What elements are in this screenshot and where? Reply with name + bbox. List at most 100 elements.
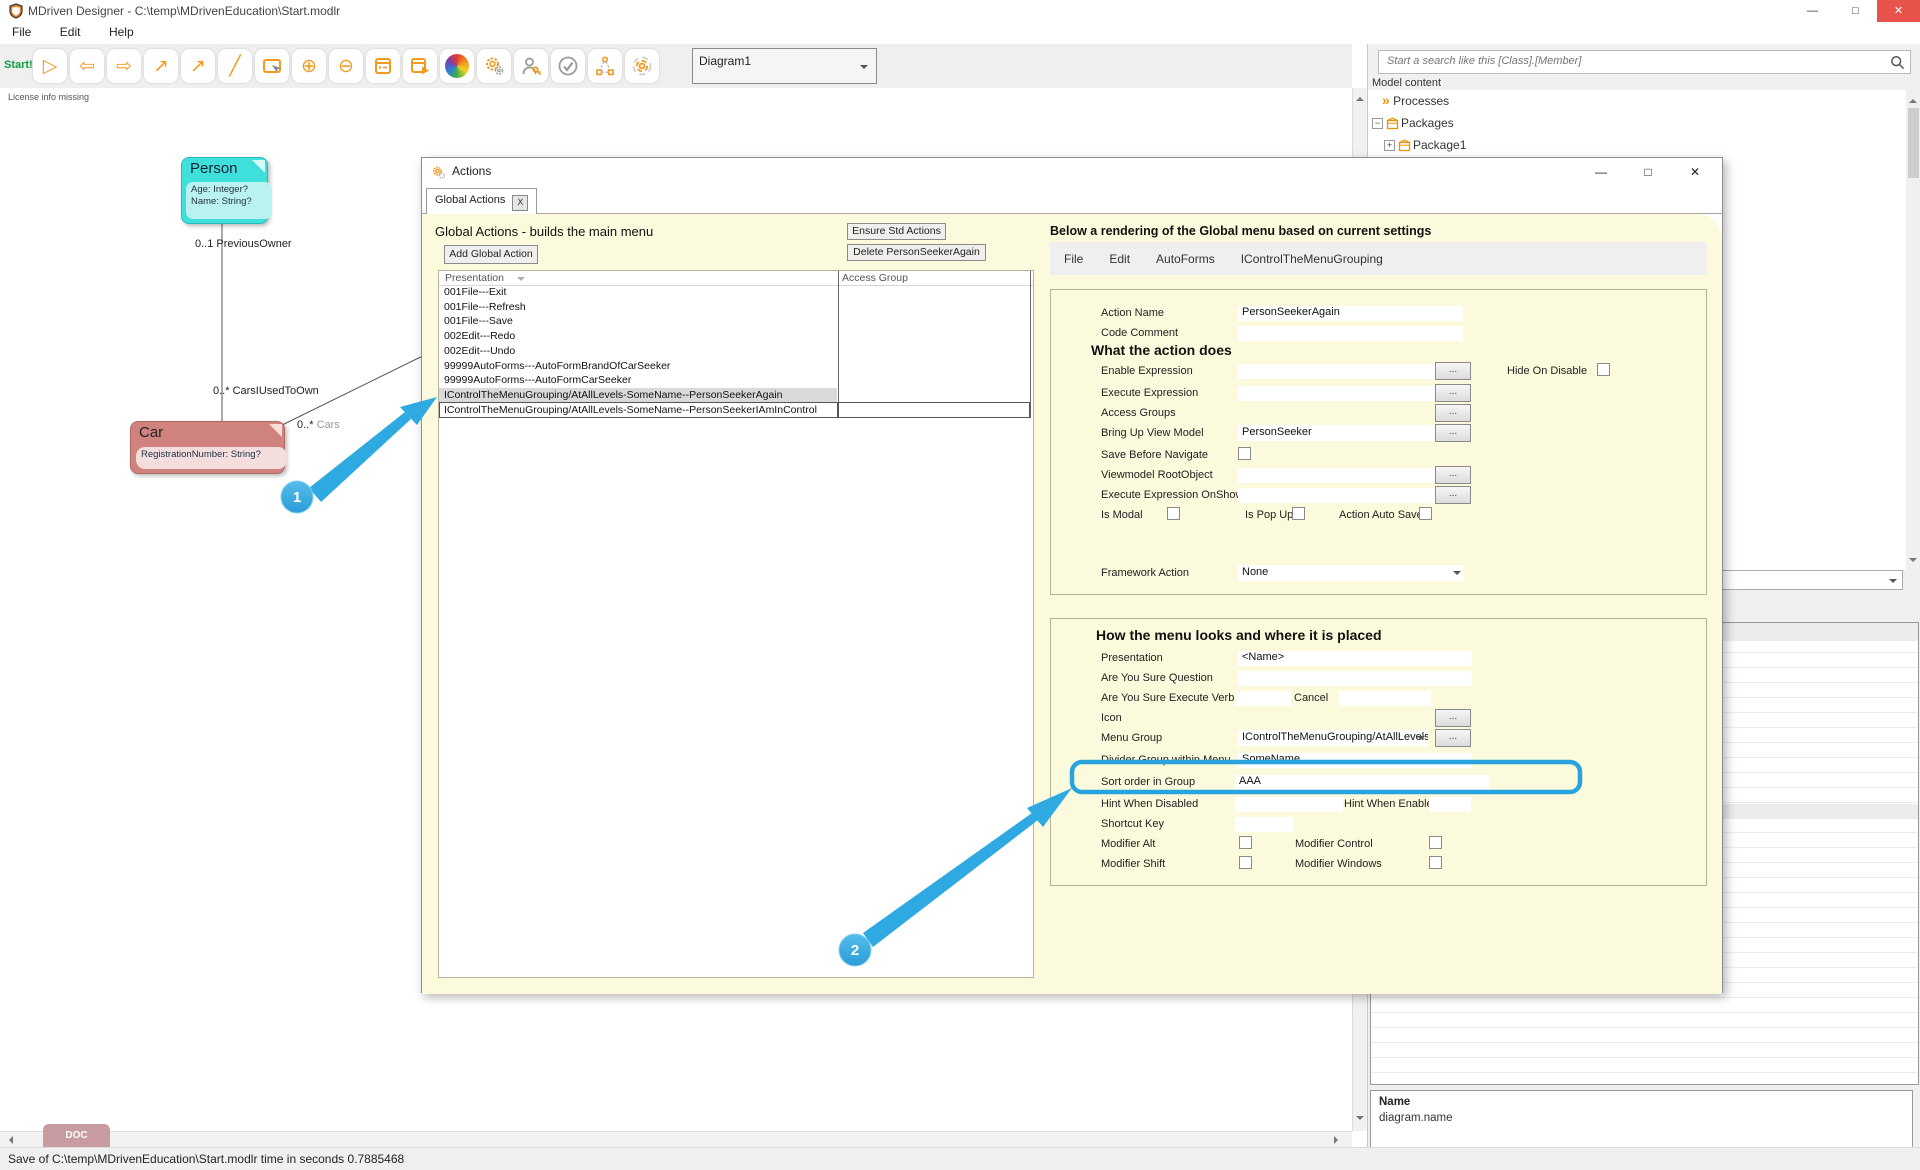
scroll-down-icon[interactable]	[1909, 558, 1917, 566]
tab-close-icon[interactable]: X	[512, 195, 528, 211]
color-wheel-button[interactable]	[440, 49, 474, 83]
dialog-close-button[interactable]: ✕	[1674, 158, 1716, 186]
list-item[interactable]: 002Edit---Undo	[439, 344, 1034, 359]
code-comment-input[interactable]	[1238, 326, 1463, 341]
menu-group-ellipsis-button[interactable]: ...	[1435, 729, 1471, 747]
add-global-action-button[interactable]: Add Global Action	[444, 245, 538, 264]
list-item[interactable]: 002Edit---Redo	[439, 329, 1034, 344]
zoom-in-button[interactable]: ⊕	[292, 49, 326, 83]
modifier-alt-checkbox[interactable]	[1239, 836, 1252, 849]
dialog-maximize-button[interactable]: □	[1627, 158, 1669, 186]
is-pop-up-checkbox[interactable]	[1292, 507, 1305, 520]
action-name-input[interactable]: PersonSeekerAgain	[1238, 306, 1463, 321]
tree-item-processes[interactable]: » Processes	[1382, 92, 1449, 112]
column-presentation[interactable]: Presentation	[445, 272, 504, 284]
bring-up-view-model-ellipsis-button[interactable]: ...	[1435, 424, 1471, 442]
class-box-person[interactable]: Person Age: Integer? Name: String?	[181, 157, 268, 224]
doc-tab[interactable]: DOC	[43, 1124, 110, 1147]
list-item-selected[interactable]: IControlTheMenuGrouping/AtAllLevels-Some…	[439, 388, 1034, 403]
collapse-expander[interactable]: −	[1372, 118, 1383, 129]
modifier-control-checkbox[interactable]	[1429, 836, 1442, 849]
list-item[interactable]: 001File---Refresh	[439, 300, 1034, 315]
run-button[interactable]: ▷	[33, 49, 67, 83]
scroll-up-icon[interactable]	[1356, 93, 1364, 101]
list-item[interactable]: 99999AutoForms---AutoFormBrandOfCarSeeke…	[439, 359, 1034, 374]
execute-expression-onshow-input[interactable]	[1238, 488, 1463, 503]
viewmodel-rootobject-ellipsis-button[interactable]: ...	[1435, 466, 1471, 484]
preview-menu-file[interactable]: File	[1064, 252, 1083, 266]
filter-icon[interactable]	[517, 277, 525, 285]
validate-button[interactable]	[551, 49, 585, 83]
diagram-selector[interactable]: Diagram1	[692, 48, 877, 84]
list-item[interactable]: 001File---Exit	[439, 285, 1034, 300]
execute-expression-input[interactable]	[1238, 386, 1463, 401]
scroll-right-icon[interactable]	[1334, 1136, 1342, 1144]
presentation-input[interactable]: <Name>	[1238, 651, 1472, 666]
is-modal-checkbox[interactable]	[1167, 507, 1180, 520]
window-minimize-button[interactable]: —	[1791, 0, 1834, 22]
directed-association-tool-button[interactable]: ↗	[181, 49, 215, 83]
pattern-nodes-button[interactable]	[588, 49, 622, 83]
frame-select-button[interactable]	[255, 49, 289, 83]
enable-expression-input[interactable]	[1238, 364, 1463, 379]
menu-help[interactable]: Help	[97, 22, 146, 42]
shortcut-key-input[interactable]	[1235, 817, 1293, 832]
redo-button[interactable]: ⇨	[107, 49, 141, 83]
preview-menu-grouping[interactable]: IControlTheMenuGrouping	[1241, 252, 1383, 266]
divider-group-input[interactable]: SomeName	[1238, 753, 1472, 768]
are-you-sure-question-input[interactable]	[1238, 671, 1472, 686]
window-close-button[interactable]: ✕	[1877, 0, 1920, 22]
tab-global-actions[interactable]: Global ActionsX	[426, 188, 537, 214]
list-item[interactable]: 99999AutoForms---AutoFormCarSeeker	[439, 373, 1034, 388]
class-box-car[interactable]: Car RegistrationNumber: String?	[130, 421, 285, 474]
zoom-out-button[interactable]: ⊖	[329, 49, 363, 83]
list-item[interactable]: IControlTheMenuGrouping/AtAllLevels-Some…	[439, 403, 1034, 418]
menu-edit[interactable]: Edit	[48, 22, 93, 42]
are-you-sure-execute-verb-input[interactable]	[1235, 691, 1291, 706]
access-groups-ellipsis-button[interactable]: ...	[1435, 404, 1471, 422]
access-groups-button[interactable]	[514, 49, 548, 83]
preview-menu-autoforms[interactable]: AutoForms	[1156, 252, 1215, 266]
viewmodel-rootobject-input[interactable]	[1238, 468, 1463, 483]
association-tool-button[interactable]: ↗	[144, 49, 178, 83]
name-property-value[interactable]: diagram.name	[1379, 1112, 1453, 1124]
search-input[interactable]	[1385, 54, 1879, 68]
dashed-line-tool-button[interactable]: ╱	[218, 49, 252, 83]
scrollbar-thumb[interactable]	[1908, 108, 1919, 178]
run-viewmodel-button[interactable]	[403, 49, 437, 83]
start-button[interactable]: Start!	[4, 59, 33, 71]
bring-up-view-model-dropdown[interactable]: PersonSeeker	[1238, 425, 1464, 441]
undo-button[interactable]: ⇦	[70, 49, 104, 83]
canvas-horizontal-scrollbar[interactable]	[0, 1131, 1352, 1147]
settings-gears-button[interactable]	[477, 49, 511, 83]
hint-when-enabled-input[interactable]	[1429, 797, 1471, 812]
delete-personseekeragain-button[interactable]: Delete PersonSeekerAgain	[847, 244, 986, 261]
autoform-window-button[interactable]	[366, 49, 400, 83]
save-before-navigate-checkbox[interactable]	[1238, 447, 1251, 460]
scroll-down-icon[interactable]	[1356, 1116, 1364, 1124]
search-box[interactable]	[1378, 50, 1911, 74]
window-maximize-button[interactable]: □	[1834, 0, 1877, 22]
tree-scrollbar[interactable]	[1906, 90, 1920, 570]
execute-expression-ellipsis-button[interactable]: ...	[1435, 384, 1471, 402]
framework-action-dropdown[interactable]: None	[1238, 565, 1464, 581]
column-access-group[interactable]: Access Group	[842, 272, 908, 284]
menu-group-dropdown[interactable]: IControlTheMenuGrouping/AtAllLevels	[1238, 730, 1428, 746]
dialog-titlebar[interactable]: Actions — □ ✕	[422, 158, 1722, 186]
menu-file[interactable]: File	[0, 22, 43, 42]
execute-expression-onshow-ellipsis-button[interactable]: ...	[1435, 486, 1471, 504]
sort-order-input[interactable]: AAA	[1235, 775, 1489, 790]
list-item[interactable]: 001File---Save	[439, 314, 1034, 329]
preview-menu-edit[interactable]: Edit	[1109, 252, 1130, 266]
refactor-target-button[interactable]	[625, 49, 659, 83]
enable-expression-ellipsis-button[interactable]: ...	[1435, 362, 1471, 380]
icon-ellipsis-button[interactable]: ...	[1435, 709, 1471, 727]
hint-when-disabled-input[interactable]	[1235, 797, 1343, 812]
ensure-std-actions-button[interactable]: Ensure Std Actions	[847, 223, 946, 240]
modifier-shift-checkbox[interactable]	[1239, 856, 1252, 869]
expand-expander[interactable]: +	[1384, 140, 1395, 151]
modifier-windows-checkbox[interactable]	[1429, 856, 1442, 869]
action-auto-saves-checkbox[interactable]	[1419, 507, 1432, 520]
global-actions-list[interactable]: Presentation Access Group 001File---Exit…	[438, 270, 1034, 978]
scroll-left-icon[interactable]	[5, 1136, 13, 1144]
